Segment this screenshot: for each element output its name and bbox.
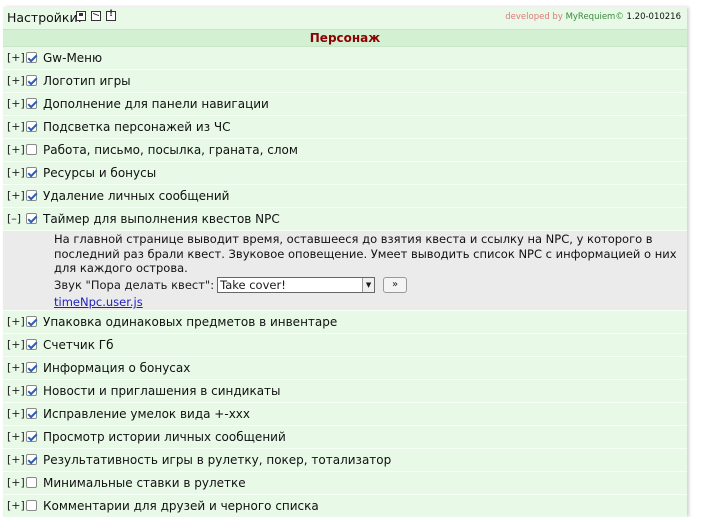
save-icon[interactable]: [76, 11, 86, 21]
feature-checkbox[interactable]: [26, 75, 37, 86]
settings-panel: Настройки: developed by MyRequiem© 1.20-…: [3, 7, 687, 517]
feature-label: Дополнение для панели навигации: [43, 97, 269, 111]
feature-details: На главной странице выводит время, остав…: [3, 231, 687, 311]
feature-row: [+] Gw-Меню: [3, 47, 687, 70]
feature-checkbox[interactable]: [26, 98, 37, 109]
sound-select[interactable]: Take cover! ▼: [217, 277, 376, 293]
feature-checkbox[interactable]: [26, 52, 37, 63]
feature-checkbox[interactable]: [26, 362, 37, 373]
mail-icon[interactable]: [91, 11, 101, 21]
section-title: Персонаж: [3, 29, 687, 47]
feature-label: Исправление умелок вида +-ххх: [43, 407, 250, 421]
expand-toggle[interactable]: [+]: [7, 47, 25, 69]
feature-checkbox[interactable]: [26, 316, 37, 327]
feature-row: [+] Дополнение для панели навигации: [3, 93, 687, 116]
feature-label: Таймер для выполнения квестов NPC: [43, 212, 280, 226]
script-link[interactable]: timeNpc.user.js: [54, 295, 143, 309]
feature-list: [+] Gw-Меню [+] Логотип игры [+] Дополне…: [3, 47, 687, 517]
feature-row: [+] Счетчик Гб: [3, 334, 687, 357]
feature-row: [–] Таймер для выполнения квестов NPC: [3, 208, 687, 231]
expand-toggle[interactable]: [+]: [7, 139, 25, 161]
credits: developed by MyRequiem© 1.20-010216: [505, 12, 681, 22]
feature-row: [+] Исправление умелок вида +-ххх: [3, 403, 687, 426]
feature-label: Работа, письмо, посылка, граната, слом: [43, 143, 298, 157]
expand-toggle[interactable]: [+]: [7, 357, 25, 379]
expand-toggle[interactable]: [+]: [7, 70, 25, 92]
feature-checkbox[interactable]: [26, 213, 37, 224]
feature-checkbox[interactable]: [26, 500, 37, 511]
expand-toggle[interactable]: [+]: [7, 334, 25, 356]
expand-toggle[interactable]: [+]: [7, 162, 25, 184]
feature-label: Просмотр истории личных сообщений: [43, 430, 286, 444]
settings-title: Настройки:: [7, 10, 82, 25]
expand-toggle[interactable]: [+]: [7, 426, 25, 448]
feature-label: Информация о бонусах: [43, 361, 191, 375]
expand-toggle[interactable]: [+]: [7, 311, 25, 333]
feature-row: [+] Работа, письмо, посылка, граната, сл…: [3, 139, 687, 162]
sound-select-value: Take cover!: [220, 278, 286, 292]
feature-checkbox[interactable]: [26, 121, 37, 132]
feature-checkbox[interactable]: [26, 477, 37, 488]
feature-label: Упаковка одинаковых предметов в инвентар…: [43, 315, 338, 329]
credits-author[interactable]: MyRequiem©: [566, 12, 624, 22]
feature-checkbox[interactable]: [26, 190, 37, 201]
expand-toggle[interactable]: [+]: [7, 495, 25, 517]
feature-row: [+] Минимальные ставки в рулетке: [3, 472, 687, 495]
feature-checkbox[interactable]: [26, 339, 37, 350]
feature-row: [+] Комментарии для друзей и черного спи…: [3, 495, 687, 517]
feature-label: Результативность игры в рулетку, покер, …: [43, 453, 392, 467]
sound-label: Звук "Пора делать квест":: [54, 278, 215, 292]
feature-row: [+] Просмотр истории личных сообщений: [3, 426, 687, 449]
sound-setting: Звук "Пора делать квест": Take cover! ▼ …: [54, 276, 408, 294]
feature-label: Комментарии для друзей и черного списка: [43, 499, 319, 513]
feature-row: [+] Новости и приглашения в синдикаты: [3, 380, 687, 403]
chevron-down-icon[interactable]: ▼: [362, 278, 375, 292]
feature-checkbox[interactable]: [26, 385, 37, 396]
feature-label: Подсветка персонажей из ЧС: [43, 120, 231, 134]
expand-toggle[interactable]: [–]: [7, 208, 21, 230]
feature-row: [+] Ресурсы и бонусы: [3, 162, 687, 185]
feature-checkbox[interactable]: [26, 167, 37, 178]
feature-label: Минимальные ставки в рулетке: [43, 476, 246, 490]
info-icon[interactable]: [106, 9, 116, 21]
expand-toggle[interactable]: [+]: [7, 403, 25, 425]
feature-row: [+] Информация о бонусах: [3, 357, 687, 380]
expand-toggle[interactable]: [+]: [7, 449, 25, 471]
expand-toggle[interactable]: [+]: [7, 380, 25, 402]
expand-toggle[interactable]: [+]: [7, 185, 25, 207]
expand-toggle[interactable]: [+]: [7, 116, 25, 138]
expand-toggle[interactable]: [+]: [7, 472, 25, 494]
feature-label: Ресурсы и бонусы: [43, 166, 157, 180]
feature-row: [+] Подсветка персонажей из ЧС: [3, 116, 687, 139]
feature-label: Удаление личных сообщений: [43, 189, 230, 203]
feature-row: [+] Результативность игры в рулетку, пок…: [3, 449, 687, 472]
feature-checkbox[interactable]: [26, 431, 37, 442]
feature-checkbox[interactable]: [26, 408, 37, 419]
feature-label: Новости и приглашения в синдикаты: [43, 384, 281, 398]
feature-label: Логотип игры: [43, 74, 131, 88]
feature-checkbox[interactable]: [26, 144, 37, 155]
expand-toggle[interactable]: [+]: [7, 93, 25, 115]
feature-checkbox[interactable]: [26, 454, 37, 465]
play-sound-button[interactable]: »: [383, 277, 408, 293]
feature-row: [+] Удаление личных сообщений: [3, 185, 687, 208]
credits-version: 1.20-010216: [626, 12, 681, 22]
settings-header: Настройки: developed by MyRequiem© 1.20-…: [3, 7, 687, 29]
feature-row: [+] Упаковка одинаковых предметов в инве…: [3, 311, 687, 334]
feature-label: Счетчик Гб: [43, 338, 114, 352]
feature-row: [+] Логотип игры: [3, 70, 687, 93]
header-icons: [76, 9, 116, 21]
feature-description: На главной странице выводит время, остав…: [54, 232, 677, 275]
feature-label: Gw-Меню: [43, 51, 103, 65]
credits-developed-by: developed by: [505, 12, 563, 22]
